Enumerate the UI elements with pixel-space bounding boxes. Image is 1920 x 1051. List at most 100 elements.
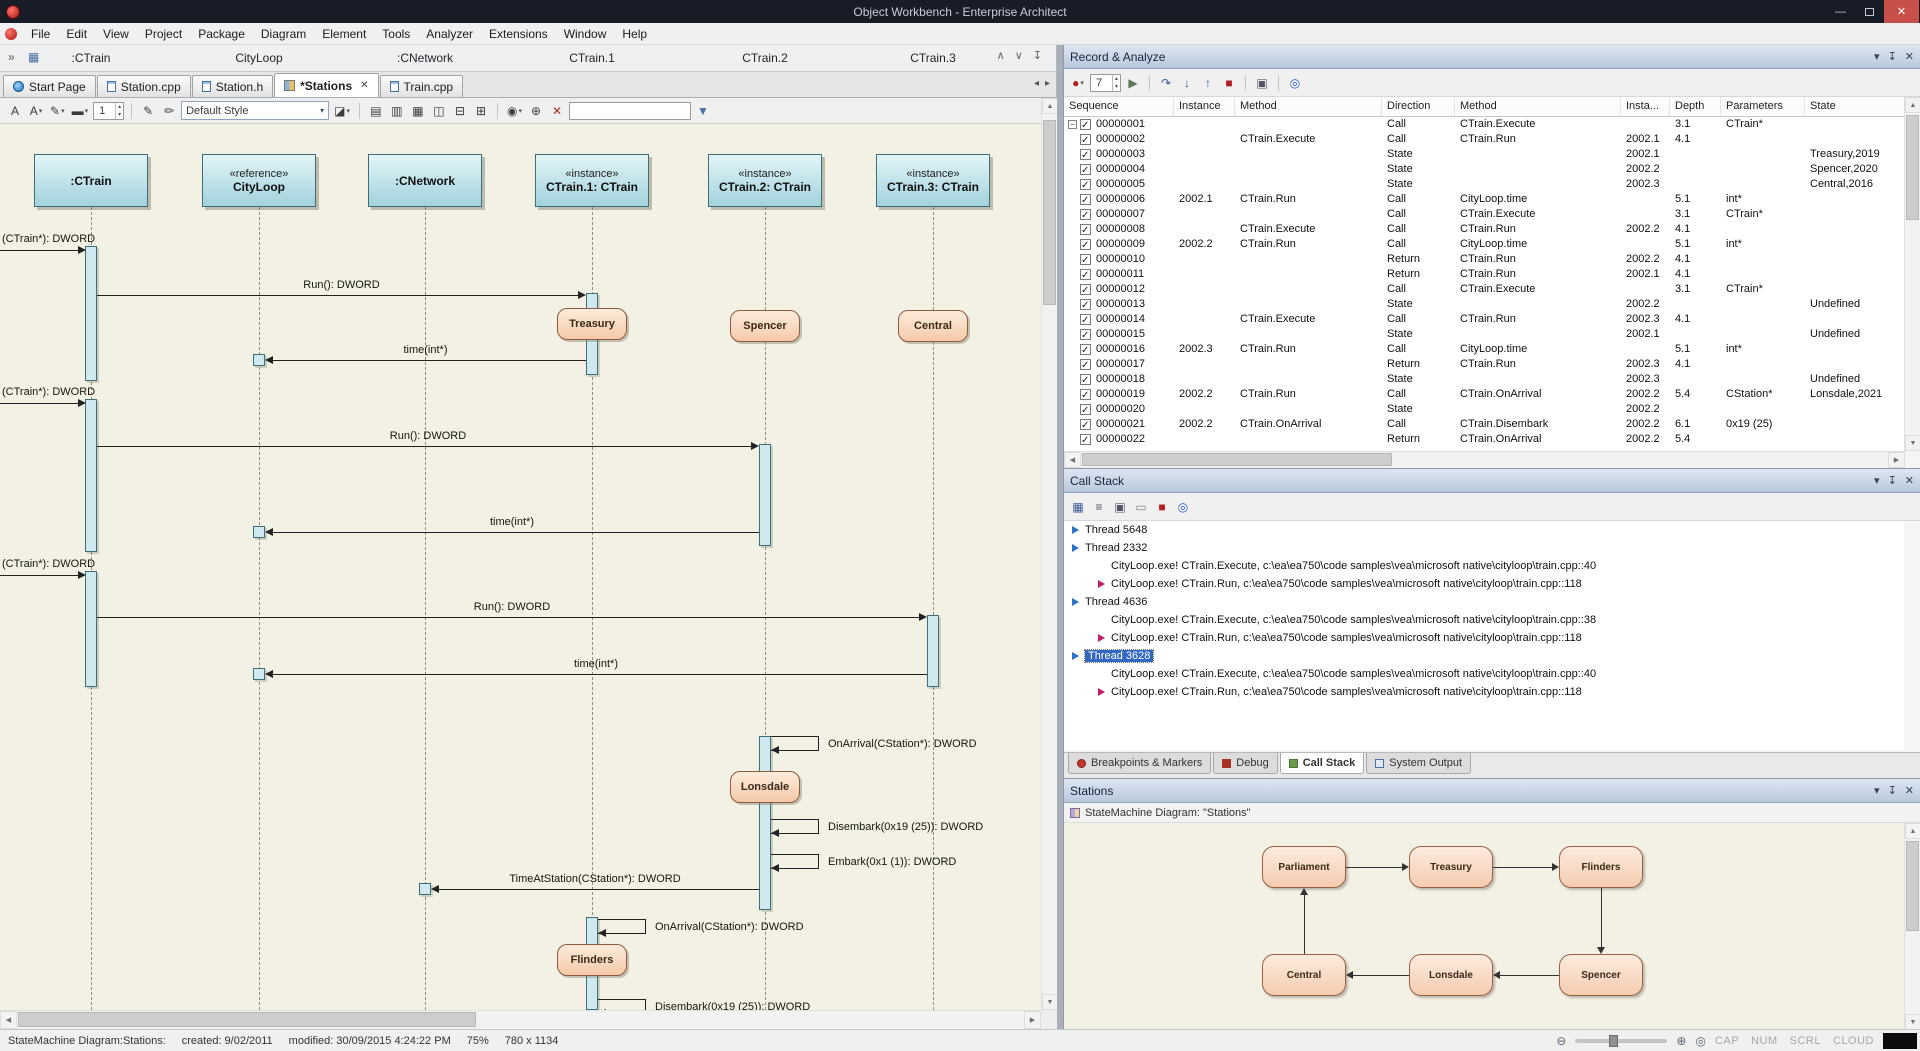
record-row[interactable]: 00000003State2002.1Treasury,2019 (1064, 147, 1905, 162)
scroll-thumb[interactable] (1906, 841, 1919, 931)
step-out-icon[interactable]: ↑ (1199, 74, 1217, 92)
message-label[interactable]: Embark(0x1 (1)): DWORD (828, 855, 956, 869)
pause-icon[interactable]: ▭ (1132, 498, 1150, 516)
zoom-in-icon[interactable]: ⊕ (1676, 1034, 1686, 1048)
quick-find-input[interactable] (569, 102, 691, 120)
message-label[interactable]: (CTrain*): DWORD (2, 386, 95, 398)
record-analyze-header[interactable]: Record & Analyze ▾ ↧ ✕ (1064, 45, 1920, 69)
spinner-down-icon[interactable]: ▾ (1113, 83, 1120, 91)
help-icon[interactable]: ◎ (1286, 74, 1304, 92)
pin-icon[interactable]: ↧ (1033, 49, 1042, 62)
filter-icon[interactable]: ▼ (694, 102, 712, 120)
state-flinders[interactable]: Flinders (557, 944, 627, 976)
record-row[interactable]: 00000015State2002.1Undefined (1064, 327, 1905, 342)
callstack-thread[interactable]: Thread 3628 (1064, 647, 1904, 665)
record-row[interactable]: 000000092002.2CTrain.RunCallCityLoop.tim… (1064, 237, 1905, 252)
chevron-down-icon[interactable]: ∨ (1015, 49, 1023, 62)
menu-diagram[interactable]: Diagram (253, 23, 314, 44)
checkbox-checked-icon[interactable] (1080, 164, 1091, 175)
lifeline-box-cnetwork[interactable]: :CNetwork (368, 154, 482, 207)
checkbox-checked-icon[interactable] (1080, 329, 1091, 340)
message-label[interactable]: (CTrain*): DWORD (2, 558, 95, 570)
menu-project[interactable]: Project (137, 23, 190, 44)
record-row[interactable]: 00000012CallCTrain.Execute3.1CTrain* (1064, 282, 1905, 297)
record-row[interactable]: 00000008CTrain.ExecuteCallCTrain.Run2002… (1064, 222, 1905, 237)
station-spencer[interactable]: Spencer (1559, 954, 1643, 996)
activation-bar[interactable] (85, 246, 97, 381)
scroll-up-icon[interactable]: ▲ (1905, 823, 1920, 839)
recording-depth-spinner[interactable]: 7▴▾ (1090, 74, 1121, 92)
help-icon[interactable]: ◎ (1174, 498, 1192, 516)
chevron-down-icon[interactable]: ▾ (1874, 50, 1880, 63)
tab-station-cpp[interactable]: Station.cpp (97, 75, 191, 97)
checkbox-checked-icon[interactable] (1080, 299, 1091, 310)
station-central[interactable]: Central (1262, 954, 1346, 996)
callstack-frame[interactable]: CityLoop.exe! CTrain.Execute, c:\ea\ea75… (1064, 611, 1904, 629)
stations-header[interactable]: Stations ▾ ↧ ✕ (1064, 779, 1920, 803)
close-tab-icon[interactable]: ✕ (360, 80, 368, 91)
stack-frames-icon[interactable]: ≡ (1090, 498, 1108, 516)
step-over-icon[interactable]: ↷ (1157, 74, 1175, 92)
checkbox-checked-icon[interactable] (1080, 359, 1091, 370)
checkbox-checked-icon[interactable] (1080, 209, 1091, 220)
message-label[interactable]: Run(): DWORD (303, 279, 379, 291)
chevron-down-icon[interactable]: ▾ (1874, 474, 1880, 487)
run-icon[interactable]: ▶ (1124, 74, 1142, 92)
menu-edit[interactable]: Edit (58, 23, 95, 44)
activation-bar[interactable] (759, 444, 771, 546)
pin-icon[interactable]: ↧ (1888, 474, 1897, 487)
zoom-slider[interactable] (1575, 1039, 1667, 1043)
callstack-frame[interactable]: CityLoop.exe! CTrain.Execute, c:\ea\ea75… (1064, 665, 1904, 683)
scroll-left-icon[interactable]: ◀ (1064, 452, 1081, 468)
record-row[interactable]: 00000005State2002.3Central,2016 (1064, 177, 1905, 192)
column-header-method-4[interactable]: Method (1455, 97, 1621, 116)
activation-bar[interactable] (759, 736, 771, 910)
menu-tools[interactable]: Tools (374, 23, 418, 44)
eyedropper-icon[interactable]: ✏ (160, 102, 178, 120)
panel-tab-system-output[interactable]: System Output (1366, 753, 1471, 774)
activation-bar[interactable] (927, 615, 939, 687)
lifeline-box-ctrain-1-ctrain[interactable]: «instance»CTrain.1: CTrain (535, 154, 649, 207)
chevrons-right-icon[interactable]: » (8, 50, 15, 64)
diagram-vertical-scrollbar[interactable]: ▲ ▼ (1041, 98, 1057, 1010)
state-lonsdale[interactable]: Lonsdale (730, 771, 800, 803)
checkbox-checked-icon[interactable] (1080, 314, 1091, 325)
panel-tab-call-stack[interactable]: Call Stack (1280, 753, 1365, 774)
copy-icon[interactable]: ▣ (1111, 498, 1129, 516)
callstack-thread[interactable]: Thread 4636 (1064, 593, 1904, 611)
maximize-button[interactable] (1855, 0, 1884, 23)
callstack-frame[interactable]: CityLoop.exe! CTrain.Run, c:\ea\ea750\co… (1064, 683, 1904, 701)
spinner-down-icon[interactable]: ▾ (116, 111, 123, 119)
message-label[interactable]: time(int*) (403, 344, 447, 356)
statemachine-canvas[interactable]: ParliamentTreasuryFlindersCentralLonsdal… (1064, 823, 1905, 1029)
scroll-down-icon[interactable]: ▼ (1042, 994, 1058, 1010)
checkbox-checked-icon[interactable] (1080, 344, 1091, 355)
delete-icon[interactable]: ✕ (548, 102, 566, 120)
tab-stations[interactable]: *Stations✕ (274, 73, 378, 97)
activation-bar[interactable] (85, 571, 97, 687)
tab-station-h[interactable]: Station.h (192, 75, 273, 97)
column-header-direction-3[interactable]: Direction (1382, 97, 1455, 116)
lifeline-header-cnetwork[interactable]: :CNetwork (397, 51, 453, 65)
message-label[interactable]: time(int*) (574, 658, 618, 670)
record-row[interactable]: 000000162002.3CTrain.RunCallCityLoop.tim… (1064, 342, 1905, 357)
tab-train-cpp[interactable]: Train.cpp (380, 75, 464, 97)
checkbox-checked-icon[interactable] (1080, 179, 1091, 190)
close-button[interactable]: ✕ (1884, 0, 1919, 23)
spinner-up-icon[interactable]: ▴ (1113, 75, 1120, 83)
panel-tab-breakpoints-markers[interactable]: Breakpoints & Markers (1068, 753, 1211, 774)
app-menu-icon[interactable] (5, 28, 17, 40)
lifeline-header-ctrain-1[interactable]: CTrain.1 (569, 51, 615, 65)
align-center-icon[interactable]: ▥ (388, 102, 406, 120)
close-icon[interactable]: ✕ (1905, 784, 1914, 797)
lifeline-header-ctrain-2[interactable]: CTrain.2 (742, 51, 788, 65)
scroll-thumb[interactable] (1043, 120, 1056, 305)
pin-icon[interactable]: ↧ (1888, 50, 1897, 63)
message-label[interactable]: Disembark(0x19 (25)): DWORD (655, 1000, 810, 1010)
callstack-frame[interactable]: CityLoop.exe! CTrain.Execute, c:\ea\ea75… (1064, 557, 1904, 575)
record-row[interactable]: 00000010ReturnCTrain.Run2002.24.1 (1064, 252, 1905, 267)
message-label[interactable]: OnArrival(CStation*): DWORD (655, 920, 804, 934)
menu-view[interactable]: View (95, 23, 137, 44)
lifeline-header-cityloop[interactable]: CityLoop (235, 51, 282, 65)
state-spencer[interactable]: Spencer (730, 310, 800, 342)
